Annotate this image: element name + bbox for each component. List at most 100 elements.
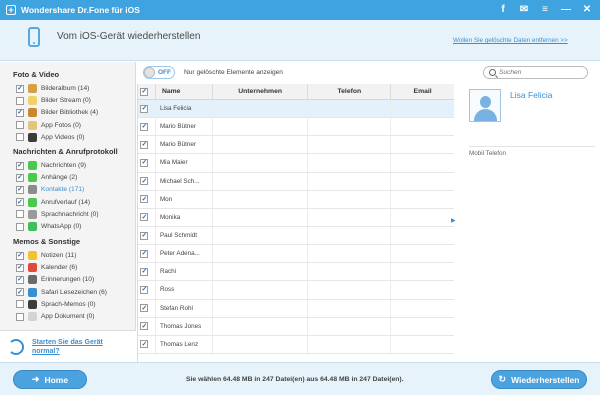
sidebar-item[interactable]: App Fotos (0): [16, 120, 81, 131]
sidebar-item[interactable]: App Dokument (0): [16, 311, 95, 322]
sidebar-item-checkbox[interactable]: [16, 288, 24, 297]
sidebar-item[interactable]: Bilder Bibliothek (4): [16, 107, 98, 118]
sidebar-item-checkbox[interactable]: [16, 84, 24, 93]
facebook-icon[interactable]: f: [498, 5, 508, 15]
row-checkbox-cell[interactable]: [138, 299, 156, 317]
row-checkbox-cell[interactable]: [138, 100, 156, 118]
sidebar-item-checkbox[interactable]: [16, 96, 24, 105]
sidebar-item[interactable]: Erinnerungen (10): [16, 274, 94, 285]
row-checkbox-cell[interactable]: [138, 281, 156, 299]
table-row[interactable]: Michael Sch...: [138, 172, 454, 191]
row-checkbox-cell[interactable]: [138, 208, 156, 226]
minimize-icon[interactable]: —: [561, 5, 571, 15]
sidebar-item[interactable]: Sprach-Memos (0): [16, 299, 96, 310]
select-all-checkbox-cell[interactable]: [138, 84, 156, 99]
sidebar-item-checkbox[interactable]: [16, 173, 24, 182]
row-checkbox[interactable]: [140, 340, 149, 349]
close-icon[interactable]: ✕: [582, 5, 592, 15]
sidebar-item[interactable]: Bilderalbum (14): [16, 83, 89, 94]
table-row[interactable]: Lisa Felicia: [138, 100, 454, 119]
contact-name-cell: Paul Schmidt: [156, 226, 213, 245]
row-checkbox[interactable]: [140, 158, 149, 167]
column-header-name[interactable]: Name: [156, 84, 213, 99]
sidebar-item[interactable]: Nachrichten (9): [16, 160, 86, 171]
row-checkbox-cell[interactable]: [138, 226, 156, 245]
sidebar-item-checkbox[interactable]: [16, 161, 24, 170]
row-checkbox[interactable]: [140, 122, 149, 131]
company-cell: [213, 172, 309, 190]
search-box[interactable]: [483, 66, 588, 79]
erase-deleted-data-link[interactable]: Wollen Sie gelöschte Daten entfernen >>: [453, 37, 573, 46]
table-row[interactable]: Rachi: [138, 263, 454, 282]
home-button[interactable]: ➜ Home: [13, 370, 87, 389]
row-checkbox-cell[interactable]: [138, 154, 156, 172]
sidebar-item[interactable]: WhatsApp (0): [16, 221, 81, 232]
table-row[interactable]: Mia Maier: [138, 154, 454, 173]
column-header-email[interactable]: Email: [391, 84, 454, 99]
reminders-icon: [28, 275, 37, 285]
row-checkbox[interactable]: [140, 195, 149, 204]
sidebar-item-checkbox[interactable]: [16, 222, 24, 231]
sidebar-item[interactable]: App Videos (0): [16, 132, 85, 143]
calendar-icon: [28, 263, 37, 273]
row-checkbox[interactable]: [140, 249, 149, 258]
row-checkbox-cell[interactable]: [138, 317, 156, 335]
sidebar-item[interactable]: Safari Lesezeichen (6): [16, 287, 107, 298]
table-row[interactable]: Paul Schmidt: [138, 226, 454, 246]
sidebar-item[interactable]: Sprachnachricht (0): [16, 209, 99, 220]
row-checkbox[interactable]: [140, 104, 149, 113]
restore-button[interactable]: ↻ Wiederherstellen: [491, 370, 587, 389]
search-input[interactable]: [499, 69, 579, 76]
table-row[interactable]: Peter Adena...: [138, 245, 454, 264]
row-checkbox[interactable]: [140, 177, 149, 186]
sidebar-item-checkbox[interactable]: [16, 133, 24, 142]
table-row[interactable]: Ross: [138, 281, 454, 300]
select-all-checkbox[interactable]: [140, 87, 149, 96]
menu-icon[interactable]: ≡: [540, 5, 550, 15]
row-checkbox-cell[interactable]: [138, 118, 156, 136]
table-row[interactable]: Mario Bütner: [138, 136, 454, 155]
phone-cell: [308, 226, 392, 245]
sidebar-item[interactable]: Kalender (6): [16, 262, 77, 273]
table-row[interactable]: Monika: [138, 208, 454, 227]
row-checkbox[interactable]: [140, 304, 149, 313]
sidebar-item[interactable]: Anhänge (2): [16, 172, 77, 183]
table-row[interactable]: Thomas Lenz: [138, 335, 454, 354]
feedback-icon[interactable]: ✉: [519, 5, 529, 15]
sidebar-item-checkbox[interactable]: [16, 198, 24, 207]
row-checkbox-cell[interactable]: [138, 190, 156, 208]
sidebar-item[interactable]: Bilder Stream (0): [16, 95, 91, 106]
row-checkbox-cell[interactable]: [138, 335, 156, 353]
column-header-phone[interactable]: Telefon: [308, 84, 392, 99]
deleted-only-toggle[interactable]: OFF: [143, 66, 175, 79]
expand-arrow-icon[interactable]: ▶: [451, 217, 456, 224]
column-header-company[interactable]: Unternehmen: [213, 84, 309, 99]
sidebar-item[interactable]: Anrufverlauf (14): [16, 197, 90, 208]
sidebar-item-checkbox[interactable]: [16, 210, 24, 219]
restart-device-link[interactable]: Starten Sie das Gerät normal?: [32, 338, 132, 356]
sidebar-item-checkbox[interactable]: [16, 263, 24, 272]
row-checkbox-cell[interactable]: [138, 172, 156, 190]
row-checkbox-cell[interactable]: [138, 245, 156, 263]
sidebar-item-checkbox[interactable]: [16, 251, 24, 260]
table-row[interactable]: Mon: [138, 190, 454, 209]
table-row[interactable]: Thomas Jones: [138, 317, 454, 336]
sidebar-item[interactable]: Kontakte (171): [16, 184, 84, 195]
sidebar-item-checkbox[interactable]: [16, 300, 24, 309]
row-checkbox-cell[interactable]: [138, 136, 156, 154]
row-checkbox[interactable]: [140, 140, 149, 149]
row-checkbox[interactable]: [140, 213, 149, 222]
table-row[interactable]: Stefan Rohl: [138, 299, 454, 318]
row-checkbox[interactable]: [140, 322, 149, 331]
sidebar-item-checkbox[interactable]: [16, 185, 24, 194]
sidebar-item-checkbox[interactable]: [16, 312, 24, 321]
row-checkbox[interactable]: [140, 267, 149, 276]
row-checkbox-cell[interactable]: [138, 263, 156, 281]
table-row[interactable]: Mario Bütner: [138, 118, 454, 137]
sidebar-item[interactable]: Notizen (11): [16, 250, 76, 261]
sidebar-item-checkbox[interactable]: [16, 108, 24, 117]
sidebar-item-checkbox[interactable]: [16, 121, 24, 130]
sidebar-item-checkbox[interactable]: [16, 275, 24, 284]
row-checkbox[interactable]: [140, 285, 149, 294]
row-checkbox[interactable]: [140, 231, 149, 240]
